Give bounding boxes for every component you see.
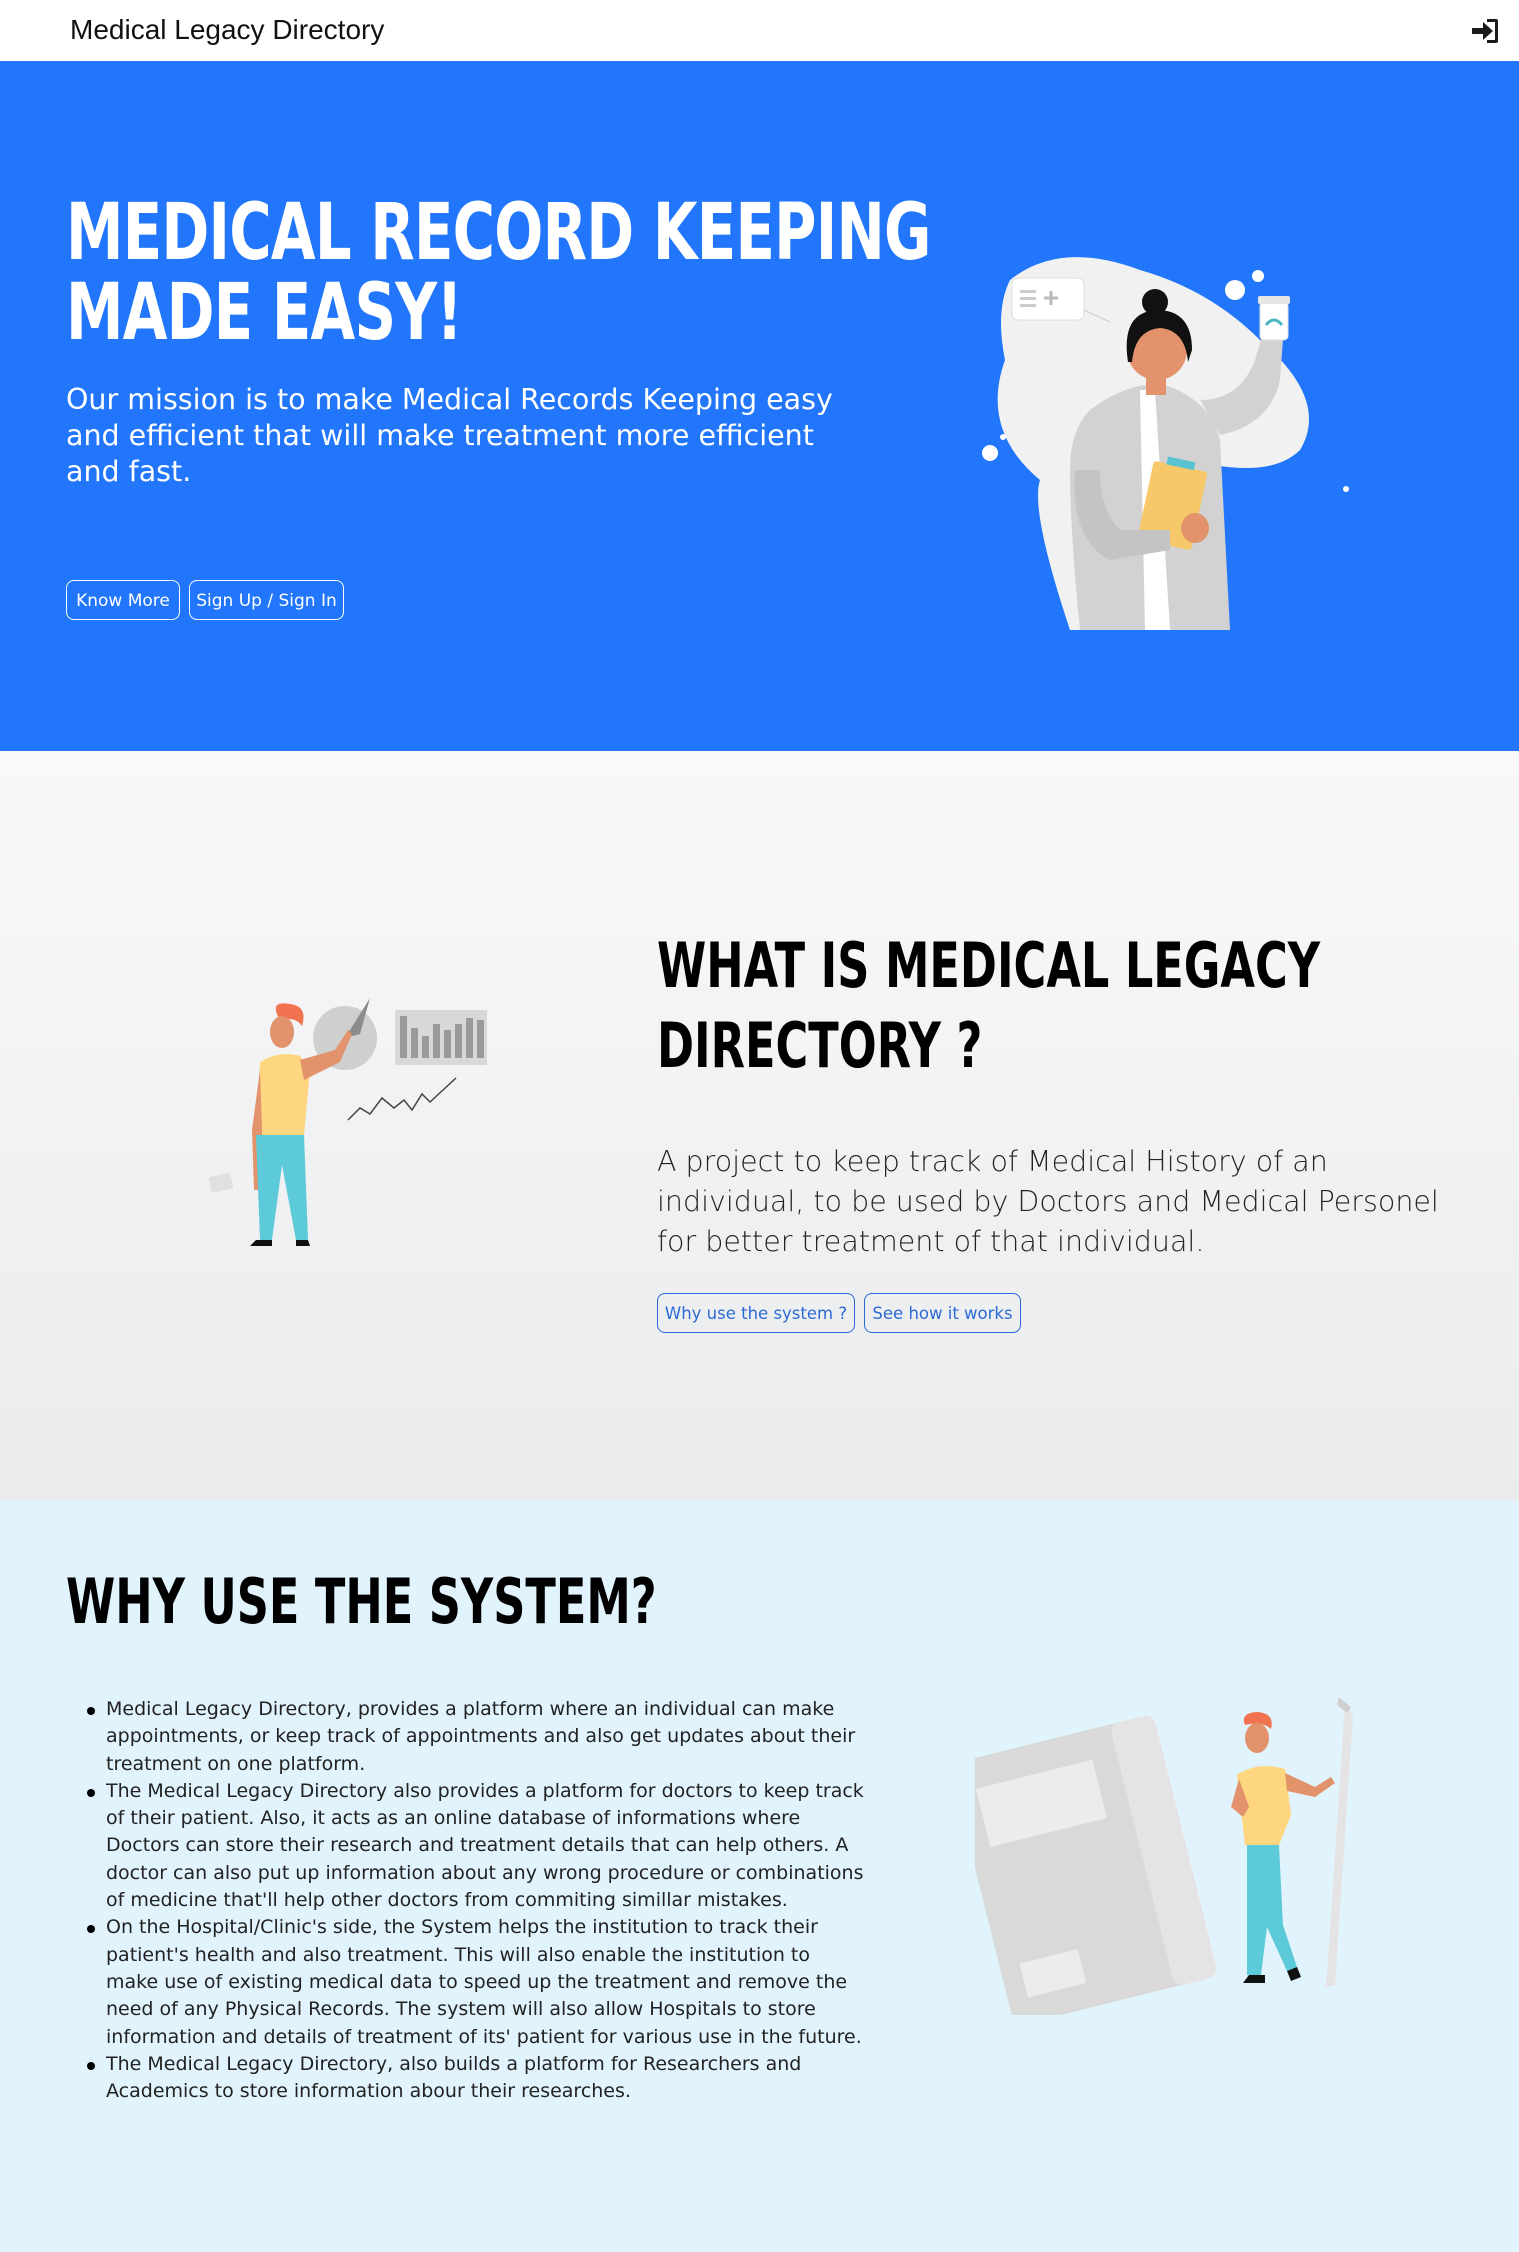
hero-title-line2: MADE EASY! xyxy=(66,268,463,358)
doctor-illustration xyxy=(982,257,1349,630)
hero-subtitle: Our mission is to make Medical Records K… xyxy=(66,383,833,488)
hero-title-line1: MEDICAL RECORD KEEPING xyxy=(66,188,931,278)
why-point-4: The Medical Legacy Directory, also build… xyxy=(87,2051,866,2106)
presenter-illustration xyxy=(208,998,487,1246)
see-how-it-works-button[interactable]: See how it works xyxy=(864,1293,1021,1333)
why-point-2: The Medical Legacy Directory also provid… xyxy=(87,1778,866,1914)
about-title: WHAT IS MEDICAL LEGACY DIRECTORY ? xyxy=(657,926,1320,1086)
why-point-1: Medical Legacy Directory, provides a pla… xyxy=(87,1696,866,1778)
why-points-list: Medical Legacy Directory, provides a pla… xyxy=(87,1696,866,2106)
brand-title[interactable]: Medical Legacy Directory xyxy=(70,14,384,46)
why-use-system-button[interactable]: Why use the system ? xyxy=(657,1293,855,1333)
hero-title: MEDICAL RECORD KEEPING MADE EASY! xyxy=(66,193,931,353)
why-point-3: On the Hospital/Clinic's side, the Syste… xyxy=(87,1914,866,2050)
about-title-line1: WHAT IS MEDICAL LEGACY xyxy=(657,929,1321,1002)
about-description: A project to keep track of Medical Histo… xyxy=(657,1145,1439,1258)
know-more-button[interactable]: Know More xyxy=(66,580,180,620)
about-title-line2: DIRECTORY ? xyxy=(657,1009,983,1082)
sign-up-button[interactable]: Sign Up / Sign In xyxy=(189,580,344,620)
sign-in-icon[interactable] xyxy=(1470,16,1500,46)
why-title: WHY USE THE SYSTEM? xyxy=(66,1565,657,1638)
notebook-illustration xyxy=(975,1697,1353,2015)
navbar: Medical Legacy Directory xyxy=(0,0,1519,61)
